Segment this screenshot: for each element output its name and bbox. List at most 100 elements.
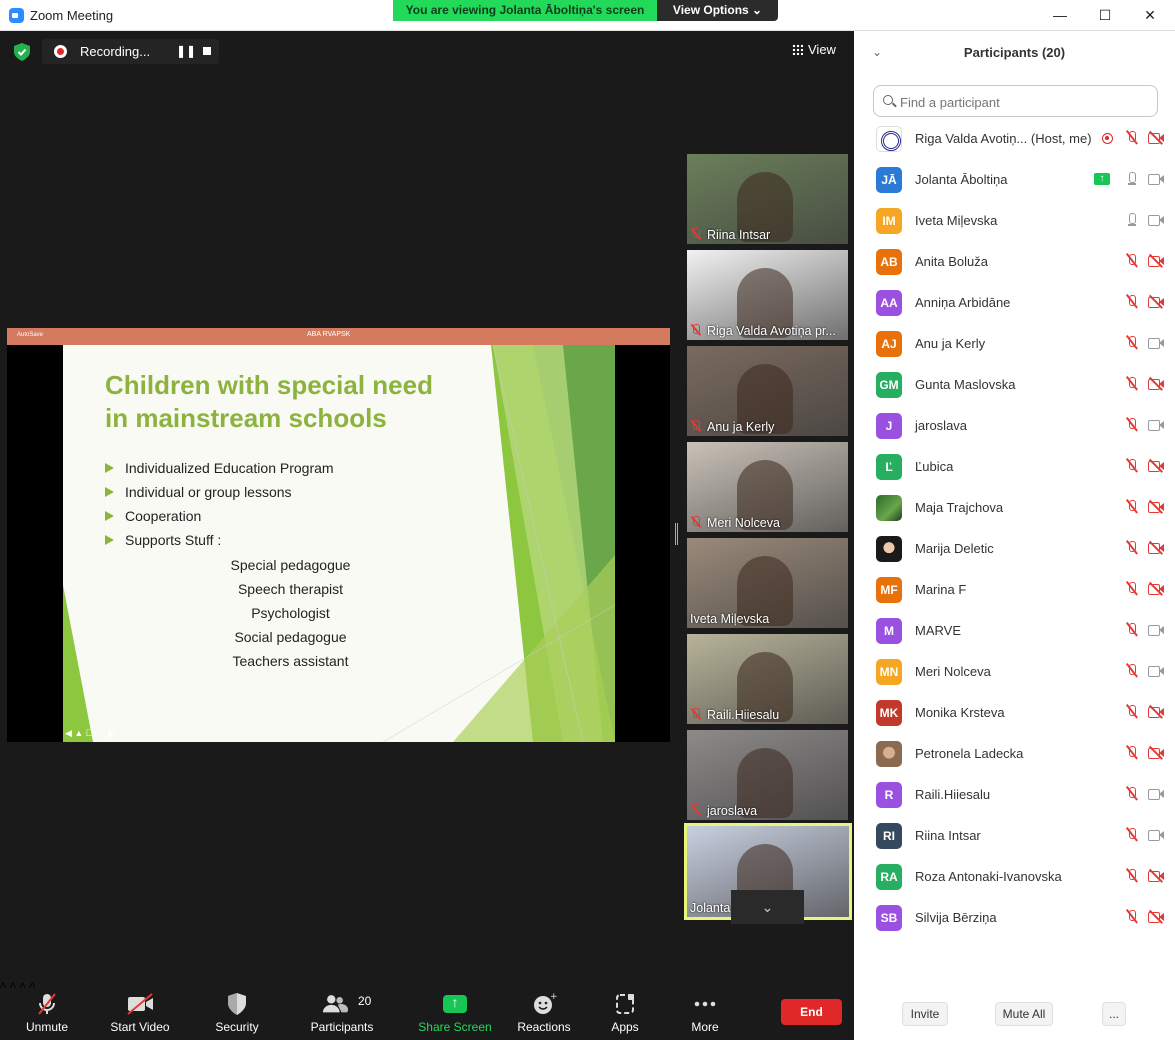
participant-row[interactable]: MK Monika Krsteva [876, 700, 1166, 741]
grid-view-icon [792, 44, 803, 55]
video-icon[interactable] [1148, 173, 1164, 185]
participant-row[interactable]: Jjaroslava [876, 413, 1166, 454]
participant-row[interactable]: SB Silvija Bērziņa [876, 905, 1166, 946]
microphone-muted-icon[interactable] [1126, 376, 1138, 392]
microphone-muted-icon[interactable] [1126, 417, 1138, 433]
microphone-muted-icon[interactable] [1126, 827, 1138, 843]
view-options-button[interactable]: View Options ⌄ [657, 0, 778, 21]
video-icon[interactable] [1148, 214, 1164, 226]
participant-search[interactable] [873, 85, 1158, 117]
maximize-button[interactable]: ☐ [1082, 0, 1128, 31]
invite-button[interactable]: Invite [902, 1002, 948, 1026]
video-off-icon[interactable] [1148, 377, 1164, 391]
video-icon[interactable] [1148, 788, 1164, 800]
microphone-muted-icon[interactable] [1126, 622, 1138, 638]
participant-row[interactable]: MN Meri Nolceva [876, 659, 1166, 700]
close-window-button[interactable]: ✕ [1127, 0, 1173, 31]
stop-recording-button[interactable] [199, 43, 215, 59]
reactions-button[interactable]: + Reactions [516, 992, 572, 1034]
video-off-icon[interactable] [1148, 295, 1164, 309]
video-off-icon[interactable] [1148, 500, 1164, 514]
video-icon[interactable] [1148, 624, 1164, 636]
scroll-thumbnails-down-button[interactable]: ⌄ [731, 890, 804, 924]
video-tile[interactable]: jaroslava [687, 730, 848, 820]
microphone-muted-icon[interactable] [1126, 294, 1138, 310]
microphone-muted-icon[interactable] [1126, 499, 1138, 515]
participant-row[interactable]: Ľ Ľubica [876, 454, 1166, 495]
video-icon[interactable] [1148, 665, 1164, 677]
video-tile[interactable]: Anu ja Kerly [687, 346, 848, 436]
microphone-muted-icon[interactable] [1126, 868, 1138, 884]
video-off-icon[interactable] [1148, 582, 1164, 596]
security-button[interactable]: Security [212, 992, 262, 1034]
video-icon[interactable] [1148, 419, 1164, 431]
microphone-muted-icon[interactable] [1126, 581, 1138, 597]
microphone-muted-icon[interactable] [1126, 704, 1138, 720]
microphone-muted-icon[interactable] [1126, 663, 1138, 679]
video-tile[interactable]: Riga Valda Avotiņa pr... [687, 250, 848, 340]
share-screen-button[interactable]: Share Screen [418, 992, 492, 1034]
participant-row[interactable]: Maja Trajchova [876, 495, 1166, 536]
participant-row[interactable]: MF Marina F [876, 577, 1166, 618]
video-off-icon[interactable] [1148, 254, 1164, 268]
slash-icon [1148, 910, 1163, 924]
end-meeting-button[interactable]: End [781, 999, 842, 1025]
participant-row[interactable]: Petronela Ladecka [876, 741, 1166, 782]
video-off-icon[interactable] [1148, 910, 1164, 924]
microphone-muted-icon[interactable] [1126, 335, 1138, 351]
more-options-button[interactable]: ... [1102, 1002, 1126, 1026]
microphone-muted-icon[interactable] [1126, 458, 1138, 474]
participant-row[interactable]: IM Iveta Miļevska [876, 208, 1166, 249]
video-off-icon[interactable] [1148, 746, 1164, 760]
microphone-muted-icon[interactable] [1126, 909, 1138, 925]
participant-row[interactable]: AJ Anu ja Kerly [876, 331, 1166, 372]
search-input[interactable] [900, 92, 1150, 112]
video-icon[interactable] [1148, 337, 1164, 349]
video-tile-name: Raili.Hiiesalu [690, 708, 779, 722]
participant-row[interactable]: GM Gunta Maslovska [876, 372, 1166, 413]
participant-row[interactable]: M MARVE [876, 618, 1166, 659]
video-off-icon[interactable] [1148, 131, 1164, 145]
start-video-button[interactable]: Start Video [107, 992, 173, 1034]
apps-button[interactable]: Apps [604, 992, 646, 1034]
participant-row[interactable]: RA Roza Antonaki-Ivanovska [876, 864, 1166, 905]
video-options-caret[interactable]: ^ [10, 980, 16, 995]
shared-screen[interactable]: AutoSave ABA RVAPSK Children with specia… [7, 328, 670, 742]
minimize-button[interactable]: — [1037, 0, 1083, 31]
microphone-muted-icon[interactable] [1126, 786, 1138, 802]
split-resize-handle[interactable] [675, 523, 678, 545]
pause-recording-button[interactable]: ❚❚ [176, 43, 196, 59]
audio-options-caret[interactable]: ^ [0, 980, 6, 995]
participant-row[interactable]: Marija Deletic [876, 536, 1166, 577]
video-tile[interactable]: Raili.Hiiesalu [687, 634, 848, 724]
video-tile[interactable]: Meri Nolceva [687, 442, 848, 532]
mute-all-button[interactable]: Mute All [995, 1002, 1053, 1026]
video-icon[interactable] [1148, 829, 1164, 841]
microphone-muted-icon[interactable] [1126, 540, 1138, 556]
participant-row[interactable]: JĀ Jolanta Āboltiņa ↑ [876, 167, 1166, 208]
encryption-shield-icon[interactable] [14, 43, 30, 61]
video-off-icon[interactable] [1148, 459, 1164, 473]
participant-row[interactable]: RI Riina Intsar [876, 823, 1166, 864]
microphone-muted-icon[interactable] [1126, 253, 1138, 269]
video-tile[interactable]: Riina Intsar [687, 154, 848, 244]
participant-row[interactable]: AA Anniņa Arbidāne [876, 290, 1166, 331]
video-off-icon[interactable] [1148, 869, 1164, 883]
microphone-muted-icon[interactable] [1126, 745, 1138, 761]
video-tile[interactable]: Iveta Miļevska [687, 538, 848, 628]
participant-row[interactable]: Riga Valda Avotiņ... (Host, me) [876, 126, 1166, 167]
microphone-icon[interactable] [1126, 171, 1138, 187]
view-button[interactable]: View [792, 42, 836, 57]
participant-name: MARVE [915, 623, 961, 638]
participant-row[interactable]: R Raili.Hiiesalu [876, 782, 1166, 823]
microphone-muted-icon[interactable] [1126, 130, 1138, 146]
video-off-icon[interactable] [1148, 705, 1164, 719]
slide-navigation-controls[interactable]: ◀ ▲ ☐ ⋯ ▶ [65, 728, 115, 739]
avatar: RA [876, 864, 902, 890]
participant-row[interactable]: AB Anita Boluža [876, 249, 1166, 290]
slash-icon [1148, 500, 1163, 514]
video-off-icon[interactable] [1148, 541, 1164, 555]
microphone-icon[interactable] [1126, 212, 1138, 228]
more-button[interactable]: More [684, 992, 726, 1034]
unmute-button[interactable]: Unmute [22, 992, 72, 1034]
